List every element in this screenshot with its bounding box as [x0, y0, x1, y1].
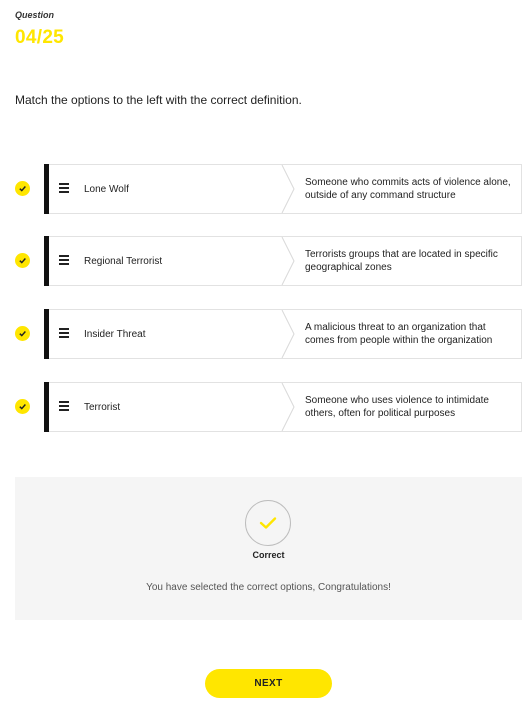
instruction-text: Match the options to the left with the c… [15, 93, 302, 107]
feedback-panel: Correct You have selected the correct op… [15, 477, 522, 620]
check-icon [15, 399, 30, 414]
match-definition: A malicious threat to an organization th… [305, 322, 493, 346]
match-term: Lone Wolf [84, 183, 129, 195]
match-card[interactable]: Regional Terrorist Terrorists groups tha… [49, 236, 522, 286]
match-term: Regional Terrorist [84, 255, 163, 267]
drag-handle-icon[interactable] [59, 183, 69, 193]
match-definition: Someone who uses violence to intimidate … [305, 395, 489, 419]
question-number: 04/25 [15, 27, 65, 48]
match-row: Terrorist Someone who uses violence to i… [0, 382, 532, 432]
match-definition: Terrorists groups that are located in sp… [305, 249, 498, 273]
drag-handle-icon[interactable] [59, 255, 69, 265]
check-icon [15, 326, 30, 341]
match-term: Insider Threat [84, 328, 146, 340]
chevron-right-icon [281, 310, 295, 358]
match-row: Insider Threat A malicious threat to an … [0, 309, 532, 359]
match-row: Regional Terrorist Terrorists groups tha… [0, 236, 532, 286]
feedback-status: Correct [252, 550, 285, 560]
match-definition: Someone who commits acts of violence alo… [305, 177, 511, 201]
match-card[interactable]: Terrorist Someone who uses violence to i… [49, 382, 522, 432]
check-icon [15, 253, 30, 268]
feedback-message: You have selected the correct options, C… [146, 582, 391, 593]
match-card[interactable]: Insider Threat A malicious threat to an … [49, 309, 522, 359]
drag-handle-icon[interactable] [59, 328, 69, 338]
match-row: Lone Wolf Someone who commits acts of vi… [0, 164, 532, 214]
chevron-right-icon [281, 383, 295, 431]
check-icon [15, 181, 30, 196]
chevron-right-icon [281, 165, 295, 213]
next-button[interactable]: NEXT [205, 669, 332, 698]
question-label: Question [15, 10, 55, 20]
drag-handle-icon[interactable] [59, 401, 69, 411]
match-card[interactable]: Lone Wolf Someone who commits acts of vi… [49, 164, 522, 214]
check-icon [245, 500, 291, 546]
match-term: Terrorist [84, 401, 121, 413]
chevron-right-icon [281, 237, 295, 285]
